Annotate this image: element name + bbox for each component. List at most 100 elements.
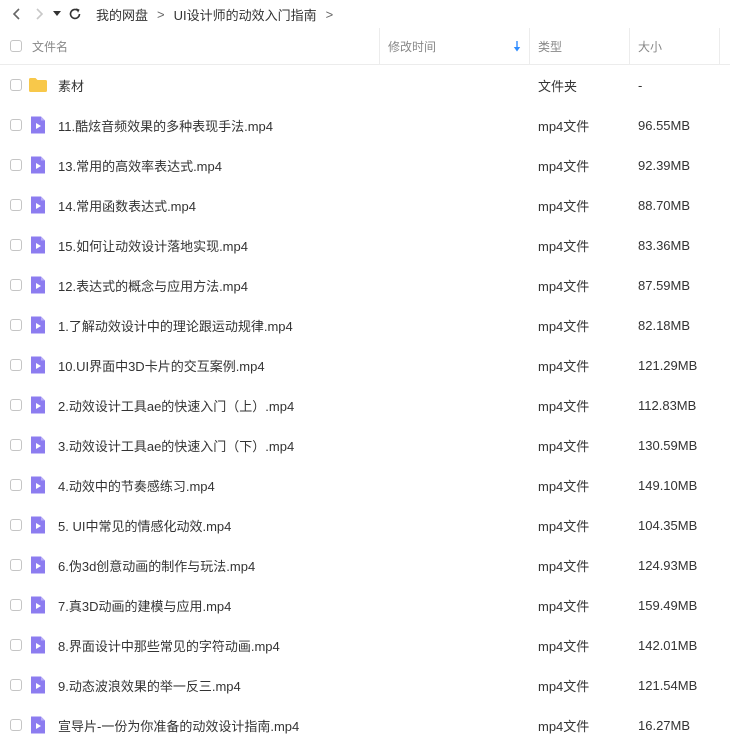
file-size: 82.18MB — [638, 317, 691, 333]
file-type: mp4文件 — [538, 238, 590, 254]
file-row[interactable]: 12.表达式的概念与应用方法.mp4 mp4文件 87.59MB — [0, 265, 730, 305]
breadcrumb-item-current[interactable]: UI设计师的动效入门指南 — [174, 5, 317, 24]
file-name: 7.真3D动画的建模与应用.mp4 — [58, 598, 232, 614]
row-checkbox[interactable] — [10, 679, 22, 691]
file-name: 4.动效中的节奏感练习.mp4 — [58, 478, 215, 494]
column-header-name[interactable]: 文件名 — [32, 28, 380, 64]
video-file-icon — [28, 595, 48, 615]
column-header-type[interactable]: 类型 — [530, 28, 630, 64]
video-file-icon — [28, 275, 48, 295]
breadcrumb-separator-icon: > — [325, 6, 334, 22]
file-size: 83.36MB — [638, 237, 691, 253]
select-all-checkbox[interactable] — [10, 40, 22, 52]
row-checkbox[interactable] — [10, 719, 22, 731]
file-name: 9.动态波浪效果的举一反三.mp4 — [58, 678, 241, 694]
file-row[interactable]: 5. UI中常见的情感化动效.mp4 mp4文件 104.35MB — [0, 505, 730, 545]
row-checkbox[interactable] — [10, 79, 22, 91]
video-file-icon — [28, 515, 48, 535]
video-file-icon — [28, 635, 48, 655]
refresh-button[interactable] — [64, 3, 86, 25]
row-checkbox[interactable] — [10, 359, 22, 371]
video-file-icon — [28, 475, 48, 495]
file-row[interactable]: 宣导片-一份为你准备的动效设计指南.mp4 mp4文件 16.27MB — [0, 705, 730, 744]
column-header-size[interactable]: 大小 — [630, 28, 720, 64]
row-checkbox[interactable] — [10, 399, 22, 411]
row-checkbox[interactable] — [10, 199, 22, 211]
file-type: 文件夹 — [538, 78, 578, 94]
file-row[interactable]: 14.常用函数表达式.mp4 mp4文件 88.70MB — [0, 185, 730, 225]
file-size: 112.83MB — [638, 397, 697, 413]
file-type: mp4文件 — [538, 198, 590, 214]
row-checkbox[interactable] — [10, 639, 22, 651]
row-checkbox[interactable] — [10, 519, 22, 531]
file-type: mp4文件 — [538, 318, 590, 334]
file-row[interactable]: 8.界面设计中那些常见的字符动画.mp4 mp4文件 142.01MB — [0, 625, 730, 665]
file-name: 2.动效设计工具ae的快速入门（上）.mp4 — [58, 398, 295, 414]
file-type: mp4文件 — [538, 598, 590, 614]
video-file-icon — [28, 235, 48, 255]
file-size: 88.70MB — [638, 197, 691, 213]
back-button[interactable] — [6, 3, 28, 25]
file-name: 15.如何让动效设计落地实现.mp4 — [58, 238, 248, 254]
file-size: 121.29MB — [638, 357, 698, 373]
file-type: mp4文件 — [538, 118, 590, 134]
file-row[interactable]: 13.常用的高效率表达式.mp4 mp4文件 92.39MB — [0, 145, 730, 185]
file-size: 130.59MB — [638, 437, 698, 453]
video-file-icon — [28, 155, 48, 175]
chevron-left-icon — [12, 8, 20, 20]
chevron-right-icon — [36, 8, 44, 20]
file-name: 3.动效设计工具ae的快速入门（下）.mp4 — [58, 438, 295, 454]
row-checkbox[interactable] — [10, 599, 22, 611]
breadcrumb-item-root[interactable]: 我的网盘 — [96, 5, 148, 24]
row-checkbox[interactable] — [10, 559, 22, 571]
file-size: 149.10MB — [638, 477, 698, 493]
column-header-modified[interactable]: 修改时间 — [380, 28, 530, 64]
row-checkbox[interactable] — [10, 119, 22, 131]
file-type: mp4文件 — [538, 358, 590, 374]
video-file-icon — [28, 555, 48, 575]
file-row[interactable]: 7.真3D动画的建模与应用.mp4 mp4文件 159.49MB — [0, 585, 730, 625]
file-row[interactable]: 9.动态波浪效果的举一反三.mp4 mp4文件 121.54MB — [0, 665, 730, 705]
file-size: 87.59MB — [638, 277, 691, 293]
file-name: 8.界面设计中那些常见的字符动画.mp4 — [58, 638, 280, 654]
row-checkbox[interactable] — [10, 319, 22, 331]
file-size: - — [638, 77, 643, 93]
file-row[interactable]: 15.如何让动效设计落地实现.mp4 mp4文件 83.36MB — [0, 225, 730, 265]
file-name: 1.了解动效设计中的理论跟运动规律.mp4 — [58, 318, 293, 334]
folder-icon — [28, 75, 48, 95]
file-type: mp4文件 — [538, 398, 590, 414]
history-dropdown-button[interactable] — [50, 3, 64, 25]
column-header-modified-label: 修改时间 — [388, 39, 437, 54]
file-size: 16.27MB — [638, 717, 691, 733]
file-type: mp4文件 — [538, 678, 590, 694]
file-name: 10.UI界面中3D卡片的交互案例.mp4 — [58, 358, 265, 374]
navigation-bar: 我的网盘 > UI设计师的动效入门指南 > — [0, 0, 730, 28]
file-name: 13.常用的高效率表达式.mp4 — [58, 158, 222, 174]
file-size: 121.54MB — [638, 677, 698, 693]
caret-down-icon — [53, 11, 61, 16]
sort-descending-icon — [513, 40, 521, 51]
row-checkbox[interactable] — [10, 479, 22, 491]
file-row[interactable]: 素材 文件夹 - — [0, 65, 730, 105]
file-row[interactable]: 1.了解动效设计中的理论跟运动规律.mp4 mp4文件 82.18MB — [0, 305, 730, 345]
file-row[interactable]: 6.伪3d创意动画的制作与玩法.mp4 mp4文件 124.93MB — [0, 545, 730, 585]
forward-button[interactable] — [28, 3, 50, 25]
file-row[interactable]: 3.动效设计工具ae的快速入门（下）.mp4 mp4文件 130.59MB — [0, 425, 730, 465]
file-size: 104.35MB — [638, 517, 698, 533]
file-size: 92.39MB — [638, 157, 691, 173]
file-row[interactable]: 10.UI界面中3D卡片的交互案例.mp4 mp4文件 121.29MB — [0, 345, 730, 385]
row-checkbox[interactable] — [10, 279, 22, 291]
breadcrumb-separator-icon: > — [157, 6, 165, 22]
file-row[interactable]: 2.动效设计工具ae的快速入门（上）.mp4 mp4文件 112.83MB — [0, 385, 730, 425]
file-size: 124.93MB — [638, 557, 698, 573]
file-row[interactable]: 11.酷炫音频效果的多种表现手法.mp4 mp4文件 96.55MB — [0, 105, 730, 145]
video-file-icon — [28, 435, 48, 455]
file-type: mp4文件 — [538, 518, 590, 534]
file-list: 素材 文件夹 - 11.酷炫音频效果的多种表现手法.mp4 mp4文件 96.5… — [0, 65, 730, 744]
video-file-icon — [28, 195, 48, 215]
file-row[interactable]: 4.动效中的节奏感练习.mp4 mp4文件 149.10MB — [0, 465, 730, 505]
file-name: 11.酷炫音频效果的多种表现手法.mp4 — [58, 118, 274, 134]
row-checkbox[interactable] — [10, 439, 22, 451]
row-checkbox[interactable] — [10, 159, 22, 171]
row-checkbox[interactable] — [10, 239, 22, 251]
